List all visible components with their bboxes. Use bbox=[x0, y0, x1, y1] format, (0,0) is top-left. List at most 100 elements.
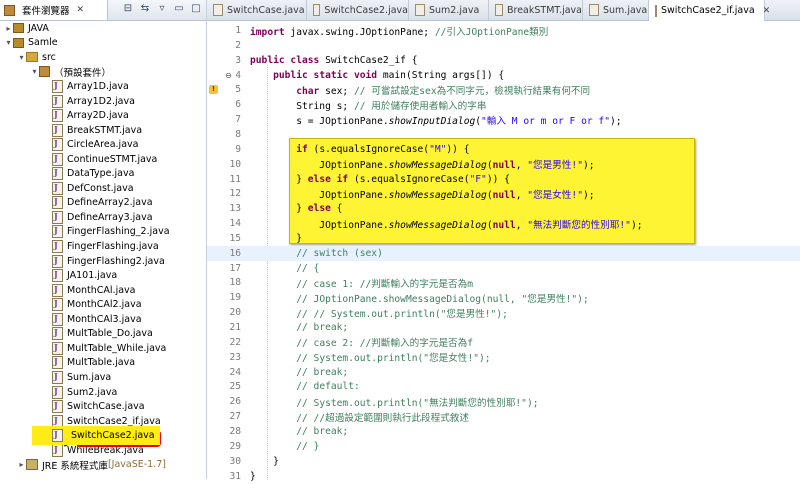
code-token: (s.equalsIgnoreCase( bbox=[348, 173, 470, 185]
tree-item-node[interactable]: ▸ JRE 系統程式庫 [JavaSE-1.7] bbox=[0, 458, 206, 473]
code-text: } bbox=[250, 456, 279, 467]
package-icon bbox=[39, 66, 50, 78]
project-icon bbox=[13, 37, 24, 48]
expand-arrow-icon[interactable]: ▾ bbox=[30, 67, 39, 76]
code-token: // System.out.println("無法判斷您的性別耶!"); bbox=[296, 397, 539, 409]
editor-tab-label: SwitchCase2_if.java bbox=[661, 5, 755, 16]
collapse-arrow-icon[interactable]: ▸ bbox=[4, 24, 13, 33]
tree-item-file[interactable]: ContinueSTMT.java bbox=[0, 152, 206, 167]
tree-item-file[interactable]: FingerFlashing.java bbox=[0, 239, 206, 254]
code-token: import bbox=[250, 26, 285, 38]
tree-item-file[interactable]: Sum2.java bbox=[0, 385, 206, 400]
line-number: 16 bbox=[229, 247, 241, 259]
tree-item-file[interactable]: Array2D.java bbox=[0, 108, 206, 123]
code-text: // break; bbox=[250, 426, 348, 437]
tree-item-file[interactable]: BreakSTMT.java bbox=[0, 123, 206, 138]
tree-item-node[interactable]: ▸ JAVA bbox=[0, 21, 206, 36]
tree-item-label: SwitchCase2.java bbox=[67, 430, 159, 442]
tree-item-label: JAVA bbox=[28, 22, 49, 34]
code-token: public static void bbox=[273, 69, 378, 81]
code-token: , bbox=[515, 189, 528, 201]
package-tree: ▸ JAVA ▾Samle▾src▾（預設套件）Array1D.javaArray1… bbox=[0, 21, 206, 479]
editor-tab[interactable]: BreakSTMT.java bbox=[489, 0, 583, 20]
editor-tab[interactable]: SwitchCase2_if.java ✕ bbox=[649, 0, 770, 21]
view-menu-icon[interactable]: ▿ bbox=[156, 3, 168, 15]
java-file-icon bbox=[52, 152, 63, 166]
tree-item-node[interactable]: ▾ （預設套件） bbox=[0, 65, 206, 80]
tree-item-node[interactable]: ▾ src bbox=[0, 50, 206, 65]
tree-item-label: MonthCAl.java bbox=[67, 284, 136, 296]
tree-item-suffix: [JavaSE-1.7] bbox=[107, 459, 166, 471]
code-token: { bbox=[330, 203, 343, 215]
fold-toggle-icon[interactable]: ⊖ bbox=[224, 71, 233, 80]
tree-item-file[interactable]: DefineArray3.java bbox=[0, 210, 206, 225]
code-text: if (s.equalsIgnoreCase("M")) { bbox=[250, 144, 469, 155]
tree-item-file[interactable]: Array1D.java bbox=[0, 79, 206, 94]
java-file-icon bbox=[52, 429, 63, 443]
expand-arrow-icon[interactable]: ▾ bbox=[4, 38, 13, 47]
tree-item-label: MultTable.java bbox=[67, 357, 136, 369]
code-token: "F" bbox=[469, 173, 487, 185]
package-explorer-title: 套件瀏覽器 bbox=[22, 6, 70, 17]
tree-item-file[interactable]: MultTable_While.java bbox=[0, 341, 206, 356]
code-token: // JOptionPane.showMessageDialog(null, "… bbox=[296, 293, 589, 305]
editor-tab[interactable]: SwitchCase2.java bbox=[307, 0, 409, 20]
collapse-arrow-icon[interactable]: ▸ bbox=[17, 460, 26, 469]
tree-item-file[interactable]: MonthCAl2.java bbox=[0, 297, 206, 312]
editor-tab[interactable]: Sum.java bbox=[583, 0, 649, 20]
tree-item-file[interactable]: MultTable_Do.java bbox=[0, 327, 206, 342]
code-token: sex; bbox=[319, 85, 354, 97]
tree-item-file[interactable]: DefConst.java bbox=[0, 181, 206, 196]
code-line: 15 } bbox=[207, 231, 800, 246]
line-number: 25 bbox=[229, 381, 241, 393]
tree-item-file[interactable]: Array1D2.java bbox=[0, 94, 206, 109]
code-text: char sex; // 可嘗試設定sex為不同字元，檢視執行結果有何不同 bbox=[250, 83, 590, 97]
tree-item-file[interactable]: MonthCAl3.java bbox=[0, 312, 206, 327]
tree-item-node[interactable]: ▾ Samle bbox=[0, 36, 206, 51]
tree-item-file[interactable]: FingerFlashing_2.java bbox=[0, 225, 206, 240]
code-area[interactable]: 1 import javax.swing.JOptionPane; //引入JOp… bbox=[207, 21, 800, 482]
tree-item-file[interactable]: SwitchCase2.java bbox=[0, 426, 206, 446]
tree-item-file[interactable]: MonthCAl.java bbox=[0, 283, 206, 298]
tree-item-file[interactable]: Sum.java bbox=[0, 370, 206, 385]
collapse-all-icon[interactable]: ⊟ bbox=[122, 3, 134, 15]
code-token: } bbox=[250, 455, 279, 467]
java-file-icon bbox=[52, 400, 63, 414]
package-explorer-tab[interactable]: 套件瀏覽器 ✕ bbox=[0, 0, 108, 20]
java-file-icon bbox=[52, 283, 63, 297]
java-file-icon bbox=[655, 4, 657, 17]
tree-item-file[interactable]: FingerFlashing2.java bbox=[0, 254, 206, 269]
java-file-icon bbox=[52, 94, 63, 108]
close-tab-icon[interactable]: ✕ bbox=[763, 6, 771, 16]
editor-tab[interactable]: SwitchCase.java bbox=[207, 0, 307, 20]
tree-item-file[interactable]: JA101.java bbox=[0, 268, 206, 283]
code-line: 7 s = JOptionPane.showInputDialog("輸入 M … bbox=[207, 112, 800, 127]
code-token: } bbox=[250, 470, 256, 482]
maximize-icon[interactable]: □ bbox=[190, 3, 202, 15]
tree-item-file[interactable]: DataType.java bbox=[0, 167, 206, 182]
tree-item-file[interactable]: MultTable.java bbox=[0, 356, 206, 371]
tree-item-label: JA101.java bbox=[67, 270, 118, 282]
code-token: else bbox=[307, 203, 331, 215]
tree-item-file[interactable]: SwitchCase.java bbox=[0, 399, 206, 414]
code-text: // System.out.println("無法判斷您的性別耶!"); bbox=[250, 395, 539, 409]
code-token: null bbox=[492, 219, 516, 231]
editor-tab[interactable]: Sum2.java bbox=[409, 0, 489, 20]
java-file-icon bbox=[52, 385, 63, 399]
expand-arrow-icon[interactable]: ▾ bbox=[17, 53, 26, 62]
minimize-icon[interactable]: ▭ bbox=[173, 3, 185, 15]
code-text: public static void main(String args[]) { bbox=[250, 70, 504, 81]
code-line: 4 public static void main(String args[])… bbox=[207, 68, 800, 83]
tree-item-file[interactable]: DefineArray2.java bbox=[0, 196, 206, 211]
code-token: public class bbox=[250, 54, 320, 66]
close-icon[interactable]: ✕ bbox=[77, 5, 85, 15]
warning-marker-icon[interactable]: ! bbox=[209, 85, 218, 95]
line-number: 24 bbox=[229, 366, 241, 378]
tree-item-file[interactable]: CircleArea.java bbox=[0, 137, 206, 152]
code-text: JOptionPane.showMessageDialog(null, "無法判… bbox=[250, 217, 642, 231]
code-line: 3 public class SwitchCase2_if { bbox=[207, 53, 800, 68]
link-with-editor-icon[interactable]: ⇆ bbox=[139, 3, 151, 15]
